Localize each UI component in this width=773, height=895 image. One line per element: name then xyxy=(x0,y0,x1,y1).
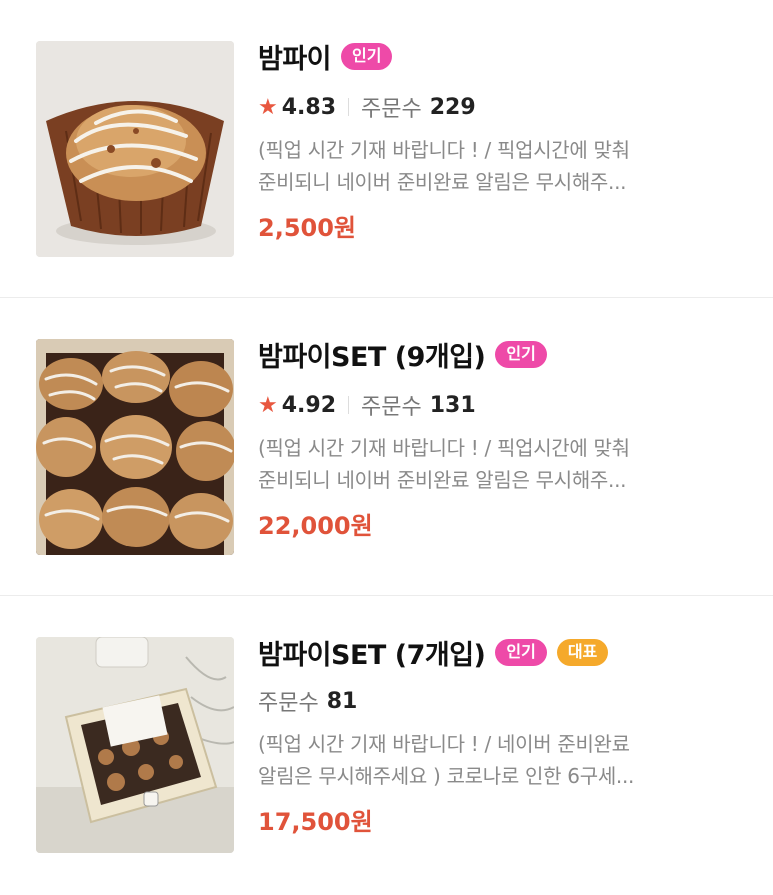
orders-label: 주문수 xyxy=(258,691,319,716)
product-description: (픽업 시간 기재 바랍니다 ! / 픽업시간에 맞춰 준비되니 네이버 준비완… xyxy=(258,134,733,198)
product-item[interactable]: 밤파이 인기 ★ 4.83 주문수 229 (픽업 시간 기재 바랍니다 ! /… xyxy=(0,0,773,298)
description-line: (픽업 시간 기재 바랍니다 ! / 픽업시간에 맞춰 xyxy=(258,138,630,162)
product-thumbnail[interactable] xyxy=(36,339,234,555)
product-item[interactable]: 밤파이SET (9개입) 인기 ★ 4.92 주문수 131 (픽업 시간 기재… xyxy=(0,298,773,596)
orders-row: 주문수 81 xyxy=(258,686,753,717)
title-row: 밤파이SET (7개입) 인기 대표 xyxy=(258,633,753,672)
description-line: (픽업 시간 기재 바랍니다 ! / 픽업시간에 맞춰 xyxy=(258,436,630,460)
representative-badge: 대표 xyxy=(556,638,609,666)
title-row: 밤파이SET (9개입) 인기 xyxy=(258,335,753,374)
divider xyxy=(348,396,350,414)
title-row: 밤파이 인기 xyxy=(258,37,753,76)
product-price: 22,000원 xyxy=(258,512,373,540)
product-thumbnail[interactable] xyxy=(36,637,234,853)
divider xyxy=(348,98,350,116)
popular-badge: 인기 xyxy=(341,42,393,70)
product-info: 밤파이 인기 ★ 4.83 주문수 229 (픽업 시간 기재 바랍니다 ! /… xyxy=(258,38,753,243)
product-price: 2,500원 xyxy=(258,214,356,242)
orders-count: 131 xyxy=(429,392,476,418)
description-line: 준비되니 네이버 준비완료 알림은 무시해주... xyxy=(258,468,627,492)
product-title[interactable]: 밤파이 xyxy=(258,37,332,76)
star-icon: ★ xyxy=(258,392,278,418)
product-description: (픽업 시간 기재 바랍니다 ! / 픽업시간에 맞춰 준비되니 네이버 준비완… xyxy=(258,432,733,496)
description-line: 알림은 무시해주세요 ) 코로나로 인한 6구세... xyxy=(258,764,635,788)
rating-row: ★ 4.83 주문수 229 xyxy=(258,92,753,123)
product-title[interactable]: 밤파이SET (9개입) xyxy=(258,335,486,374)
orders-label: 주문수 xyxy=(361,97,422,122)
rating-value: 4.92 xyxy=(281,392,337,418)
product-thumbnail[interactable] xyxy=(36,41,234,257)
description-line: (픽업 시간 기재 바랍니다 ! / 네이버 준비완료 xyxy=(258,732,630,756)
product-info: 밤파이SET (7개입) 인기 대표 주문수 81 (픽업 시간 기재 바랍니다… xyxy=(258,634,753,837)
product-item[interactable]: 밤파이SET (7개입) 인기 대표 주문수 81 (픽업 시간 기재 바랍니다… xyxy=(0,596,773,894)
product-title[interactable]: 밤파이SET (7개입) xyxy=(258,633,486,672)
product-info: 밤파이SET (9개입) 인기 ★ 4.92 주문수 131 (픽업 시간 기재… xyxy=(258,336,753,541)
star-icon: ★ xyxy=(258,94,278,120)
description-line: 준비되니 네이버 준비완료 알림은 무시해주... xyxy=(258,170,627,194)
rating-row: ★ 4.92 주문수 131 xyxy=(258,390,753,421)
product-price: 17,500원 xyxy=(258,808,373,836)
popular-badge: 인기 xyxy=(495,638,547,666)
rating-value: 4.83 xyxy=(281,94,337,120)
product-list: 밤파이 인기 ★ 4.83 주문수 229 (픽업 시간 기재 바랍니다 ! /… xyxy=(0,0,773,894)
orders-count: 229 xyxy=(429,94,476,120)
orders-count: 81 xyxy=(326,688,358,714)
product-description: (픽업 시간 기재 바랍니다 ! / 네이버 준비완료 알림은 무시해주세요 )… xyxy=(258,728,733,792)
orders-label: 주문수 xyxy=(361,395,422,420)
popular-badge: 인기 xyxy=(495,340,547,368)
